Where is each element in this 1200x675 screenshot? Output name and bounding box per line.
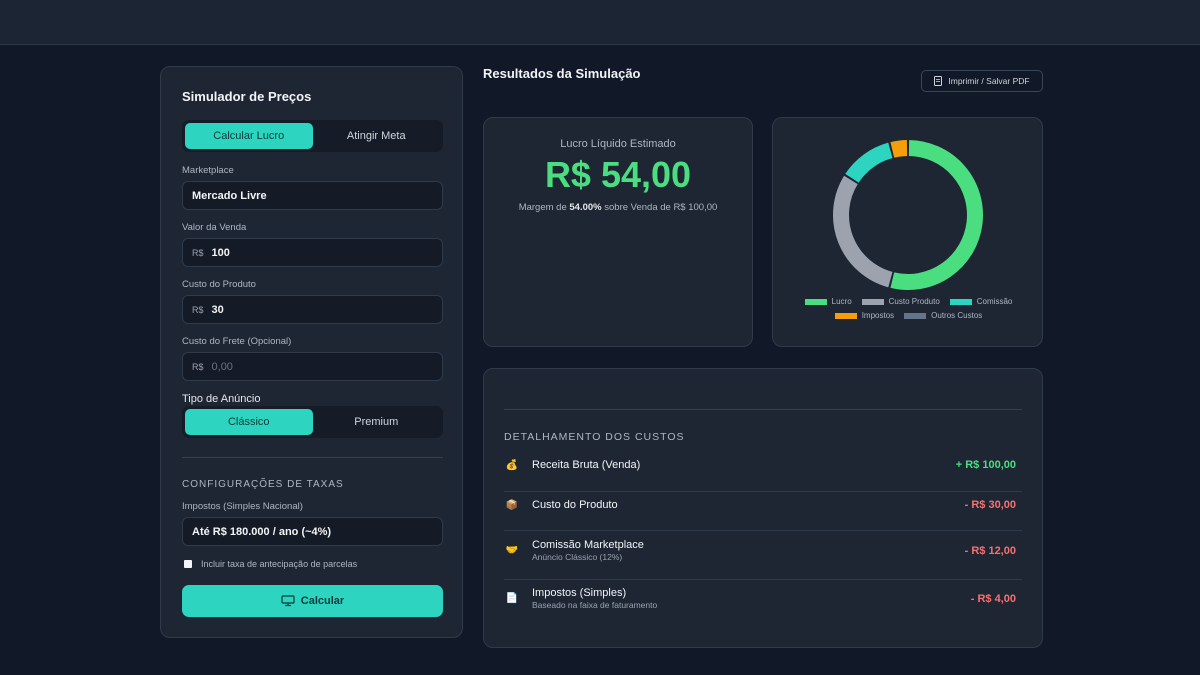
legend-swatch — [904, 312, 927, 319]
cost-row-name: Receita Bruta (Venda) — [532, 459, 641, 471]
chart-legend-row-2: Impostos Outros Custos — [773, 311, 1044, 320]
legend-swatch — [861, 298, 884, 305]
taxes-value: Até R$ 180.000 / ano (~4%) — [192, 525, 332, 538]
legend-label: Outros Custos — [931, 311, 983, 320]
money-bag-icon: 💰 — [505, 459, 519, 471]
margin-text: Margem de 54.00% sobre Venda de R$ 100,0… — [484, 202, 752, 213]
cost-row: 📄 Impostos (Simples) Baseado na faixa de f… — [504, 587, 1022, 610]
package-icon: 📦 — [505, 499, 519, 511]
profit-label: Lucro Líquido Estimado — [560, 138, 676, 150]
cost-row-amount: - R$ 12,00 — [964, 544, 1016, 557]
donut-slice-custo-produto — [833, 175, 893, 288]
installment-checkbox-row[interactable]: Incluir taxa de antecipação de parcelas — [184, 559, 357, 569]
cost-row-amount: - R$ 30,00 — [964, 499, 1016, 511]
marketplace-label: Marketplace — [182, 165, 234, 176]
row-divider — [504, 530, 1022, 531]
margin-prefix: Margem de — [518, 202, 570, 213]
print-button-label: Imprimir / Salvar PDF — [948, 76, 1030, 86]
tab-atingir-meta[interactable]: Atingir Meta — [313, 123, 441, 149]
details-heading: DETALHAMENTO DOS CUSTOS — [504, 431, 685, 443]
profit-card: Lucro Líquido Estimado R$ 54,00 Margem d… — [483, 117, 753, 347]
legend-item-lucro: Lucro — [804, 297, 852, 306]
marketplace-select[interactable]: Mercado Livre — [182, 181, 443, 210]
margin-suffix: sobre Venda de R$ 100,00 — [601, 202, 718, 213]
chart-legend-row-1: Lucro Custo Produto Comissão — [773, 297, 1044, 306]
donut-slice-lucro — [890, 140, 983, 290]
cost-row-text: Receita Bruta (Venda) — [532, 459, 956, 471]
legend-swatch — [949, 298, 972, 305]
sale-value: 100 — [211, 246, 230, 259]
legend-label: Comissão — [976, 297, 1013, 306]
product-cost-input[interactable]: R$ 30 — [182, 295, 443, 324]
cost-details-card: DETALHAMENTO DOS CUSTOS 💰 Receita Bruta (… — [483, 368, 1043, 648]
cost-row-name: Custo do Produto — [532, 499, 618, 511]
print-button[interactable]: Imprimir / Salvar PDF — [921, 70, 1043, 92]
tab-calcular-lucro[interactable]: Calcular Lucro — [185, 123, 313, 149]
cost-row-text: Impostos (Simples) Baseado na faixa de fa… — [532, 587, 971, 610]
profit-value: R$ 54,00 — [544, 154, 692, 195]
product-cost-value: 30 — [211, 303, 224, 316]
shipping-cost-input[interactable]: R$ 0,00 — [182, 352, 443, 381]
cost-row-text: Comissão Marketplace Anúncio Clássico (12… — [532, 539, 965, 562]
shipping-cost-label: Custo do Frete (Opcional) — [182, 336, 292, 347]
marketplace-value: Mercado Livre — [192, 189, 267, 202]
fees-heading: CONFIGURAÇÕES DE TAXAS — [182, 479, 344, 490]
shipping-placeholder: 0,00 — [211, 360, 233, 373]
installment-checkbox[interactable] — [184, 560, 192, 568]
legend-item-impostos: Impostos — [834, 311, 895, 320]
top-bar — [0, 0, 1200, 45]
legend-item-comiss-o: Comissão — [949, 297, 1013, 306]
simulator-panel: Simulador de Preços Calcular Lucro Ating… — [160, 66, 463, 638]
row-divider — [504, 491, 1022, 492]
row-divider — [504, 579, 1022, 580]
results-title: Resultados da Simulação — [483, 66, 641, 81]
divider — [504, 409, 1022, 410]
cost-row: 💰 Receita Bruta (Venda) + R$ 100,00 — [504, 459, 1022, 471]
legend-label: Lucro — [831, 297, 852, 306]
cost-row-subtitle: Anúncio Clássico (12%) — [532, 552, 623, 562]
handshake-icon: 🤝 — [505, 545, 519, 556]
donut-slice-comiss-o — [845, 142, 893, 183]
document-icon: 📄 — [505, 593, 519, 604]
tab-premium[interactable]: Premium — [313, 409, 441, 435]
ad-type-toggle: Clássico Premium — [182, 406, 443, 438]
donut-slice-impostos — [890, 140, 908, 158]
sale-value-input[interactable]: R$ 100 — [182, 238, 443, 267]
chart-card: Lucro Custo Produto Comissão Impostos Outro… — [772, 117, 1043, 347]
legend-item-custo-produto: Custo Produto — [861, 297, 940, 306]
cost-row: 📦 Custo do Produto - R$ 30,00 — [504, 499, 1022, 511]
installment-checkbox-label: Incluir taxa de antecipação de parcelas — [201, 559, 358, 569]
margin-value: 54.00% — [569, 202, 602, 213]
sale-value-label: Valor da Venda — [182, 222, 247, 233]
calculate-button-label: Calcular — [300, 595, 345, 607]
cost-row-text: Custo do Produto — [532, 499, 965, 511]
taxes-label: Impostos (Simples Nacional) — [182, 501, 303, 512]
divider — [182, 457, 443, 458]
mode-toggle: Calcular Lucro Atingir Meta — [182, 120, 443, 152]
product-cost-label: Custo do Produto — [182, 279, 256, 290]
cost-row-subtitle: Baseado na faixa de faturamento — [532, 600, 658, 610]
legend-label: Impostos — [861, 311, 895, 320]
currency-prefix: R$ — [192, 361, 204, 372]
currency-prefix: R$ — [192, 247, 204, 258]
calculator-icon — [281, 595, 295, 607]
cost-row-amount: + R$ 100,00 — [955, 459, 1016, 471]
currency-prefix: R$ — [192, 304, 204, 315]
tab-classico[interactable]: Clássico — [185, 409, 313, 435]
taxes-select[interactable]: Até R$ 180.000 / ano (~4%) — [182, 517, 443, 546]
document-icon — [934, 76, 943, 86]
calculate-button[interactable]: Calcular — [182, 585, 443, 617]
ad-type-label: Tipo de Anúncio — [182, 393, 261, 405]
donut-chart — [833, 140, 983, 290]
legend-item-outros-custos: Outros Custos — [904, 311, 982, 320]
cost-row-name: Impostos (Simples) — [532, 587, 627, 599]
cost-row-amount: - R$ 4,00 — [970, 592, 1016, 605]
legend-label: Custo Produto — [888, 297, 940, 306]
simulator-title: Simulador de Preços — [182, 89, 312, 104]
legend-swatch — [834, 312, 857, 319]
cost-row-name: Comissão Marketplace — [532, 539, 644, 551]
legend-swatch — [804, 298, 827, 305]
cost-row: 🤝 Comissão Marketplace Anúncio Clássico (1… — [504, 539, 1022, 562]
